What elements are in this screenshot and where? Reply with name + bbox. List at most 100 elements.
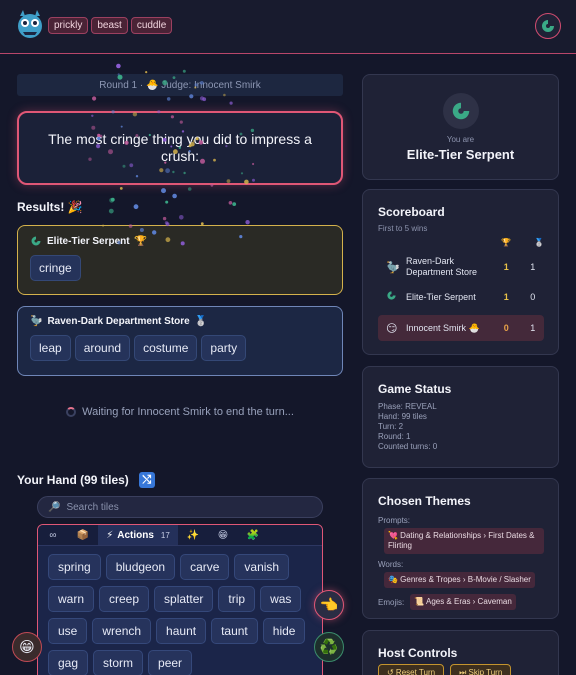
confetti-dot xyxy=(119,187,123,190)
host-controls-title: Host Controls xyxy=(378,646,458,660)
trophy-icon: 🏆 xyxy=(134,235,148,247)
smirk-icon: 😏 xyxy=(386,322,398,335)
round-text: Round 1 · 🐣 Judge: Innocent Smirk xyxy=(99,79,261,91)
hand-panel: ∞ 📦 ⚡ Actions 17 ✨ 😁 🧩 spring bludgeon c… xyxy=(37,524,323,675)
tab-actions[interactable]: ⚡ Actions 17 xyxy=(98,525,178,545)
hand-tile[interactable]: gag xyxy=(48,650,89,675)
theme-tags: prickly beast cuddle xyxy=(48,17,173,34)
search-placeholder: Search tiles xyxy=(66,501,119,513)
hand-tile[interactable]: splatter xyxy=(154,586,214,612)
confetti-dot xyxy=(187,187,192,191)
score-row: 🦤 Raven-Dark Department Store 1 1 xyxy=(378,254,544,280)
themes-title: Chosen Themes xyxy=(378,494,471,508)
hand-tile[interactable]: vanish xyxy=(234,554,290,580)
chosen-themes-panel: Chosen Themes Prompts: 💘 Dating & Relati… xyxy=(362,478,559,619)
pointing-hand-button[interactable]: 👈 xyxy=(314,590,344,620)
tab-box[interactable]: 📦 xyxy=(68,525,98,545)
bird-icon: 🦤 xyxy=(386,261,400,274)
hand-tile[interactable]: carve xyxy=(180,554,230,580)
hand-tile[interactable]: warn xyxy=(48,586,95,612)
confetti-dot xyxy=(229,101,233,105)
hand-tile[interactable]: hide xyxy=(262,618,306,644)
prompts-label: Prompts: xyxy=(378,516,411,525)
shuffle-icon[interactable]: ⤭ xyxy=(138,472,155,488)
score-player: Raven-Dark Department Store xyxy=(406,256,478,277)
confetti-dot xyxy=(166,97,171,101)
words-theme: 🎭 Genres & Tropes › B-Movie / Slasher xyxy=(384,572,535,588)
score-wins: 1 xyxy=(503,262,509,272)
skip-turn-button[interactable]: ⏭ Skip Turn xyxy=(450,664,512,675)
tab-puzzle[interactable]: 🧩 xyxy=(238,525,268,545)
score-wins: 0 xyxy=(503,323,509,333)
status-turn: Turn: 2 xyxy=(378,422,404,431)
medal-icon: 🥈 xyxy=(533,238,544,247)
game-status-title: Game Status xyxy=(378,382,452,396)
search-input[interactable]: 🔎 Search tiles xyxy=(37,496,323,518)
submitted-tile: around xyxy=(74,335,131,361)
emoji-button[interactable]: 😁 xyxy=(12,632,42,662)
round-info: Round 1 · 🐣 Judge: Innocent Smirk xyxy=(17,74,343,96)
confetti-dot xyxy=(245,220,250,225)
scoreboard-subtitle: First to 5 wins xyxy=(378,224,428,233)
confetti-dot xyxy=(179,215,184,220)
submitted-tile: party xyxy=(201,335,247,361)
sparkles-icon: ✨ xyxy=(186,529,200,541)
submitted-tile: cringe xyxy=(30,255,81,281)
hand-tile[interactable]: trip xyxy=(218,586,256,612)
confetti-dot xyxy=(133,204,139,210)
medal-icon: 🥈 xyxy=(194,316,208,327)
tab-label: Actions xyxy=(117,529,154,541)
waiting-status: Waiting for Innocent Smirk to end the tu… xyxy=(17,406,343,418)
serpent-icon xyxy=(452,102,469,120)
top-bar: prickly beast cuddle xyxy=(0,0,576,54)
tag-chip[interactable]: beast xyxy=(91,17,128,34)
recycle-icon: ♻️ xyxy=(319,639,339,656)
confetti-dot xyxy=(162,216,167,221)
hand-tile[interactable]: was xyxy=(260,586,302,612)
serpent-avatar xyxy=(442,93,479,129)
scoreboard-header: 🏆 🥈 xyxy=(501,238,544,247)
bird-icon: 🦤 xyxy=(30,316,43,327)
waiting-text: Waiting for Innocent Smirk to end the tu… xyxy=(82,406,294,418)
hand-tile[interactable]: storm xyxy=(93,650,144,675)
hand-tile[interactable]: wrench xyxy=(92,618,152,644)
confetti-dot xyxy=(202,97,207,102)
profile-button[interactable] xyxy=(535,13,561,39)
tag-chip[interactable]: cuddle xyxy=(130,17,173,34)
hand-tile[interactable]: peer xyxy=(148,650,193,675)
hand-tile[interactable]: spring xyxy=(48,554,101,580)
hand-tile[interactable]: use xyxy=(48,618,88,644)
host-controls-panel: Host Controls ↺ Reset Turn ⏭ Skip Turn xyxy=(362,630,559,675)
score-seconds: 1 xyxy=(530,323,536,333)
status-counted-turns: Counted turns: 0 xyxy=(378,442,438,451)
grin-icon: 😁 xyxy=(217,529,229,541)
monster-logo-icon[interactable] xyxy=(14,8,46,42)
prompts-theme: 💘 Dating & Relationships › First Dates &… xyxy=(384,528,544,554)
infinity-icon: ∞ xyxy=(49,529,57,541)
spinner-icon xyxy=(66,407,77,417)
recycle-button[interactable]: ♻️ xyxy=(314,632,344,662)
tab-sparkles[interactable]: ✨ xyxy=(178,525,208,545)
pointing-hand-icon: 👈 xyxy=(319,597,339,614)
tag-chip[interactable]: prickly xyxy=(48,17,89,34)
tab-faces[interactable]: 😁 xyxy=(208,525,238,545)
hand-tile[interactable]: bludgeon xyxy=(105,554,176,580)
emojis-theme: 📜 Ages & Eras › Caveman xyxy=(410,594,516,610)
confetti-dot xyxy=(116,63,121,69)
score-player: Elite-Tier Serpent xyxy=(406,291,476,302)
confetti-dot xyxy=(199,96,205,101)
hand-tile[interactable]: haunt xyxy=(156,618,207,644)
confetti-dot xyxy=(172,193,177,199)
tab-infinity[interactable]: ∞ xyxy=(38,525,68,545)
confetti-dot xyxy=(110,197,115,202)
words-label: Words: xyxy=(378,560,404,569)
hand-tile[interactable]: taunt xyxy=(211,618,258,644)
confetti-dot xyxy=(108,208,114,214)
status-round: Round: 1 xyxy=(378,432,411,441)
score-wins: 1 xyxy=(503,292,509,302)
submission-player: Elite-Tier Serpent xyxy=(47,235,130,247)
box-icon: 📦 xyxy=(76,529,90,541)
confetti-dot xyxy=(161,188,166,194)
reset-turn-button[interactable]: ↺ Reset Turn xyxy=(378,664,445,675)
hand-tile[interactable]: creep xyxy=(99,586,150,612)
